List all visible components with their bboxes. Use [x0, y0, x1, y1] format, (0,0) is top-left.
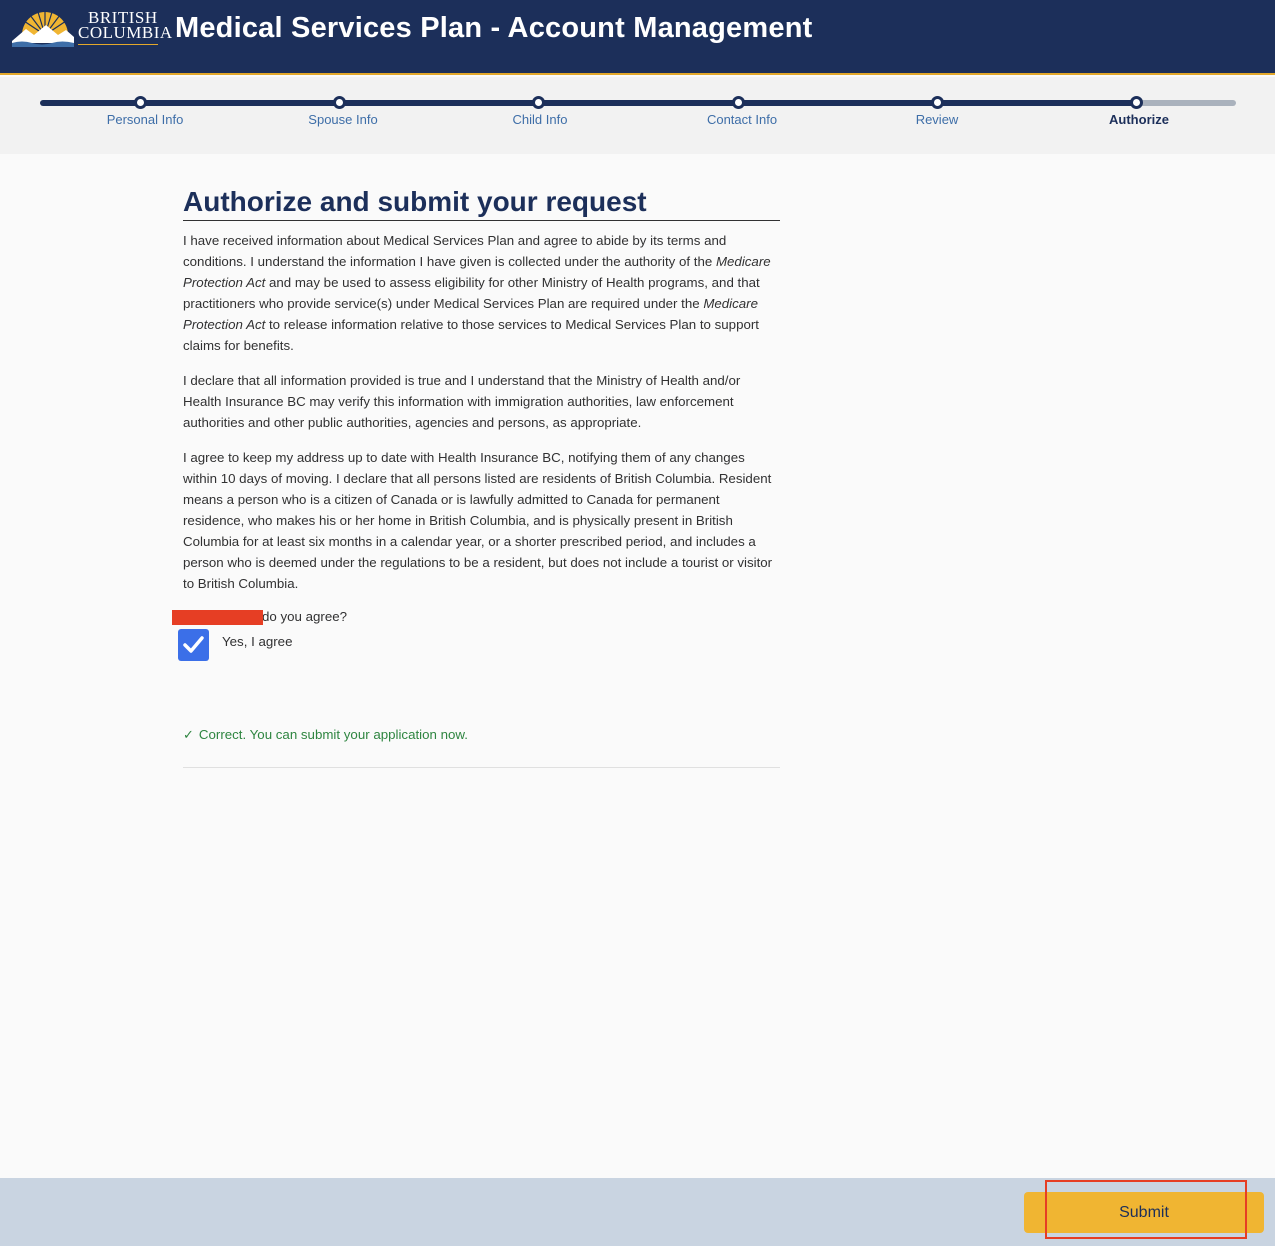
logo-underline [78, 44, 158, 45]
step-dot-personal-info[interactable] [134, 96, 147, 109]
bc-logo-text: BRITISH COLUMBIA [78, 9, 173, 42]
progress-track-remaining [1136, 100, 1236, 106]
agree-checkbox[interactable] [178, 629, 209, 661]
app-title: Medical Services Plan - Account Manageme… [175, 12, 813, 44]
step-personal-info[interactable]: Personal Info [107, 112, 184, 127]
progress-track-complete [40, 100, 1136, 106]
submit-button[interactable]: Submit [1024, 1192, 1264, 1233]
step-spouse-info[interactable]: Spouse Info [308, 112, 377, 127]
site-header: BRITISH COLUMBIA Medical Services Plan -… [0, 0, 1275, 75]
terms-paragraph-3: I agree to keep my address up to date wi… [183, 450, 773, 591]
progress-stepper: Personal Info Spouse Info Child Info Con… [0, 77, 1275, 154]
agree-checkbox-label[interactable]: Yes, I agree [222, 634, 292, 649]
agree-question-text: do you agree? [262, 609, 348, 624]
step-dot-authorize[interactable] [1130, 96, 1143, 109]
terms-paragraph-1: I have received information about Medica… [183, 230, 780, 356]
terms-p1-c: to release information relative to those… [183, 317, 759, 353]
success-message-text: Correct. You can submit your application… [198, 727, 468, 742]
success-message: ✓ Correct. You can submit your applicatio… [183, 727, 468, 743]
terms-paragraph-2: I declare that all information provided … [183, 373, 741, 430]
step-review[interactable]: Review [916, 112, 959, 127]
main-content: Authorize and submit your request I have… [172, 185, 780, 768]
step-child-info[interactable]: Child Info [513, 112, 568, 127]
step-dot-review[interactable] [931, 96, 944, 109]
success-check-icon: ✓ [183, 727, 194, 742]
step-dot-contact-info[interactable] [732, 96, 745, 109]
page-title: Authorize and submit your request [183, 185, 780, 221]
agree-question: do you agree? [262, 609, 347, 624]
redaction-mark [172, 610, 263, 625]
checkmark-icon [183, 636, 204, 653]
footer-bar: Submit [0, 1178, 1275, 1246]
terms-p1-a: I have received information about Medica… [183, 233, 727, 269]
section-divider [183, 767, 780, 768]
terms-p1-b: and may be used to assess eligibility fo… [183, 275, 760, 311]
step-authorize[interactable]: Authorize [1109, 112, 1169, 127]
logo-line2: COLUMBIA [78, 23, 173, 42]
step-contact-info[interactable]: Contact Info [707, 112, 777, 127]
step-dot-child-info[interactable] [532, 96, 545, 109]
step-dot-spouse-info[interactable] [333, 96, 346, 109]
